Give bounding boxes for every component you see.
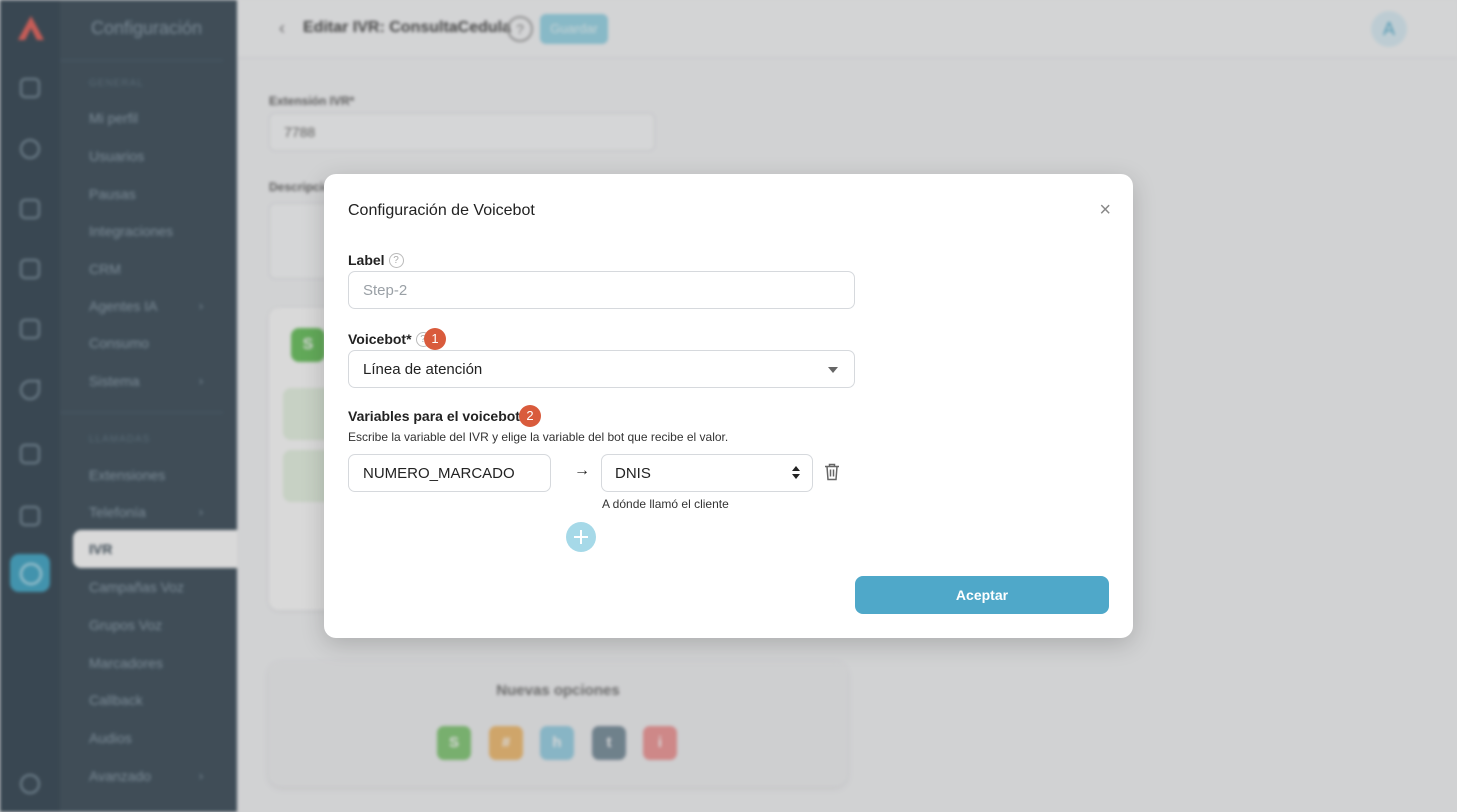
variables-label: Variables para el voicebot? (348, 408, 539, 424)
accept-button[interactable]: Aceptar (855, 576, 1109, 614)
voicebot-select[interactable]: Línea de atención (348, 350, 855, 388)
voicebot-config-modal: Configuración de Voicebot × Label? Voice… (324, 174, 1133, 638)
arrow-right-icon: → (574, 462, 590, 479)
variables-description: Escribe la variable del IVR y elige la v… (348, 430, 729, 444)
ivr-variable-value: NUMERO_MARCADO (363, 464, 515, 482)
bot-variable-select[interactable]: DNIS (601, 454, 813, 492)
label-input[interactable] (348, 271, 855, 309)
step-badge-2: 2 (519, 405, 541, 427)
label-text: Label (348, 252, 385, 268)
variables-label-text: Variables para el voicebot (348, 408, 520, 424)
bot-variable-hint: A dónde llamó el cliente (602, 497, 729, 511)
voicebot-select-value: Línea de atención (363, 360, 483, 378)
question-icon[interactable]: ? (388, 253, 404, 268)
label-field-label: Label? (348, 252, 404, 268)
select-arrows-icon (792, 466, 800, 480)
close-icon[interactable]: × (1099, 200, 1111, 220)
step-badge-1: 1 (424, 328, 446, 350)
ivr-variable-input[interactable]: NUMERO_MARCADO (348, 454, 551, 492)
voicebot-field-label: Voicebot*? (348, 331, 431, 347)
voicebot-label-text: Voicebot* (348, 331, 412, 347)
caret-down-icon (828, 367, 838, 373)
modal-title: Configuración de Voicebot (348, 202, 535, 219)
bot-variable-value: DNIS (615, 464, 651, 482)
add-variable-button[interactable] (566, 522, 596, 552)
trash-icon[interactable] (824, 463, 840, 481)
